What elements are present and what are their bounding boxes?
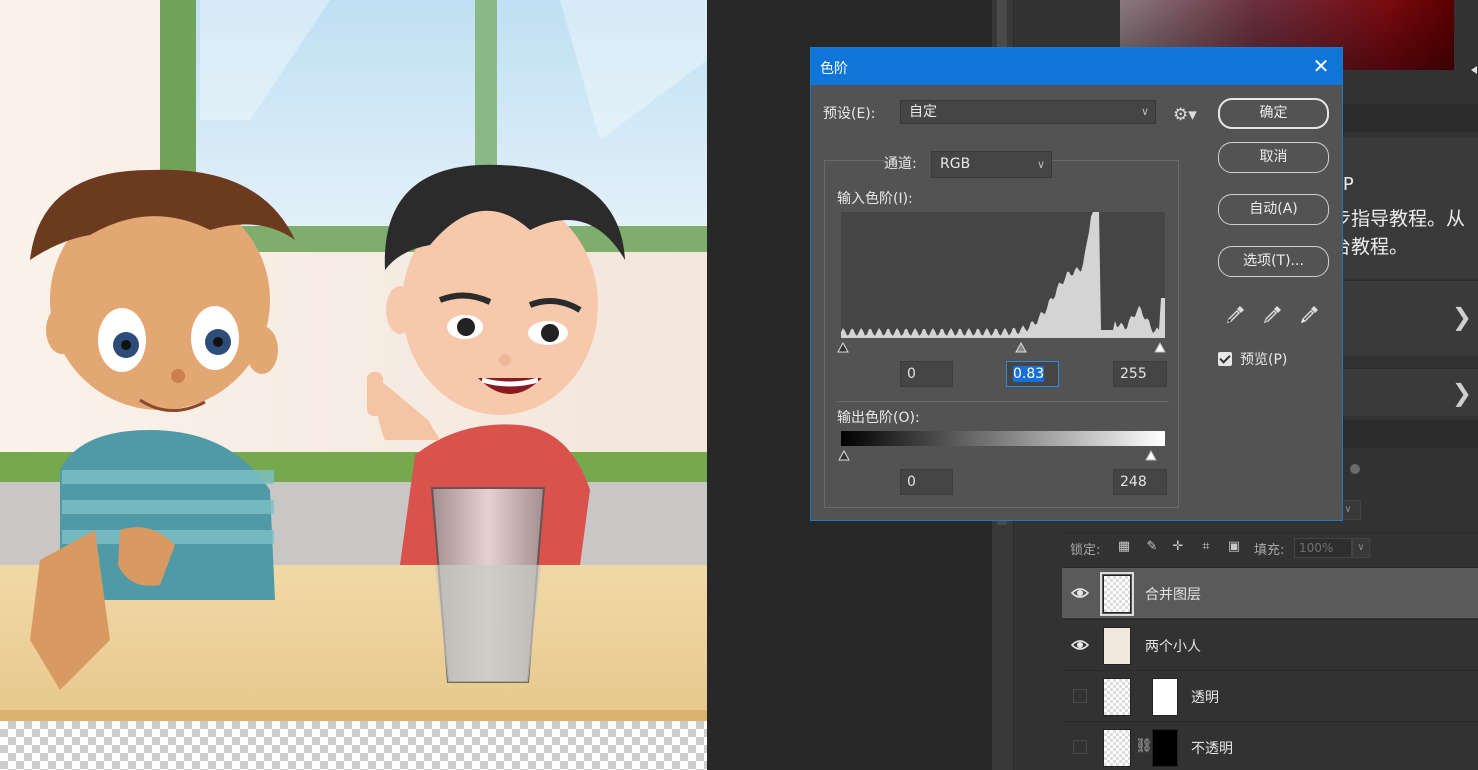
lock-label: 锁定: <box>1070 543 1101 558</box>
histogram-graph <box>841 212 1165 338</box>
gear-icon[interactable]: ⚙▾ <box>1173 104 1197 126</box>
input-white-slider[interactable] <box>1154 342 1166 353</box>
layer-row[interactable]: ⛓ 不透明 <box>1062 721 1478 770</box>
layer-thumbnail[interactable] <box>1103 678 1131 716</box>
eye-icon[interactable] <box>1071 585 1089 601</box>
layer-row[interactable]: 透明 <box>1062 670 1478 721</box>
layer-mask-thumbnail[interactable] <box>1152 678 1178 716</box>
input-black-slider[interactable] <box>837 342 849 353</box>
lock-transparent-pixels-icon[interactable]: ▦ <box>1116 539 1132 555</box>
layer-name[interactable]: 透明 <box>1191 687 1219 707</box>
output-white-field[interactable]: 248 <box>1113 469 1167 495</box>
layer-name[interactable]: 两个小人 <box>1145 636 1201 656</box>
dialog-titlebar[interactable]: 色阶 ✕ <box>811 48 1342 85</box>
lock-row: 锁定: ▦ ✎ ✛ ⌗ ▣ 填充: 100% ∨ <box>1062 532 1478 562</box>
eye-icon[interactable] <box>1071 637 1089 653</box>
output-white-slider[interactable] <box>1145 450 1157 461</box>
input-gamma-value: 0.83 <box>1013 366 1045 382</box>
histogram <box>841 212 1165 338</box>
dialog-title: 色阶 <box>820 61 848 77</box>
fill-input[interactable]: 100% <box>1294 538 1352 558</box>
cancel-button[interactable]: 取消 <box>1218 142 1329 173</box>
input-levels-label: 输入色阶(I): <box>837 191 913 207</box>
transparent-area <box>0 721 707 770</box>
preset-label: 预设(E): <box>823 106 876 122</box>
lock-artboard-icon[interactable]: ⌗ <box>1198 539 1214 555</box>
lock-position-icon[interactable]: ✛ <box>1170 539 1186 555</box>
output-gradient <box>841 431 1165 446</box>
ok-button[interactable]: 确定 <box>1218 98 1329 129</box>
chevron-right-icon: ❯ <box>1451 303 1472 331</box>
visibility-toggle[interactable] <box>1073 740 1087 754</box>
chevron-down-icon[interactable]: ∨ <box>1352 538 1370 558</box>
gray-eyedropper-icon[interactable] <box>1262 303 1284 325</box>
channel-value: RGB <box>940 156 971 172</box>
visibility-toggle[interactable] <box>1073 689 1087 703</box>
photoshop-window: PP 步指导教程。从 台教程。 ❯ ❯ ∨ 锁定: ▦ ✎ ✛ ⌗ ▣ 填充: … <box>0 0 1478 770</box>
hue-slider-marker[interactable] <box>1471 66 1477 74</box>
layer-row[interactable]: 合并图层 <box>1062 567 1478 618</box>
layer-thumbnail[interactable] <box>1100 572 1134 616</box>
input-gamma-slider[interactable] <box>1015 342 1027 353</box>
preview-checkbox[interactable] <box>1218 352 1232 366</box>
layer-mask-thumbnail[interactable] <box>1152 729 1178 767</box>
preview-label[interactable]: 预览(P) <box>1240 349 1287 369</box>
preset-value: 自定 <box>909 104 937 120</box>
input-gamma-field[interactable]: 0.83 <box>1006 361 1059 387</box>
lock-image-pixels-icon[interactable]: ✎ <box>1144 539 1160 555</box>
chevron-right-icon: ❯ <box>1451 379 1472 407</box>
learn-text-line2: 台教程。 <box>1332 236 1409 258</box>
chevron-down-icon: ∨ <box>1036 158 1045 171</box>
auto-button[interactable]: 自动(A) <box>1218 194 1329 225</box>
levels-dialog: 色阶 ✕ 预设(E): 自定 ∨ ⚙▾ 通道: RGB ∨ 输入色阶(I): 0… <box>810 47 1343 521</box>
layer-row[interactable]: 两个小人 <box>1062 619 1478 670</box>
output-levels-label: 输出色阶(O): <box>837 410 920 426</box>
preset-dropdown[interactable]: 自定 ∨ <box>900 100 1156 124</box>
lock-all-icon[interactable]: ▣ <box>1226 539 1242 555</box>
link-icon[interactable]: ⛓ <box>1135 738 1153 754</box>
output-black-slider[interactable] <box>838 450 850 461</box>
options-button[interactable]: 选项(T)... <box>1218 246 1329 277</box>
input-white-field[interactable]: 255 <box>1113 361 1167 387</box>
channel-dropdown[interactable]: RGB ∨ <box>931 151 1052 178</box>
white-eyedropper-icon[interactable] <box>1299 303 1321 325</box>
layer-name[interactable]: 不透明 <box>1191 738 1233 758</box>
input-black-field[interactable]: 0 <box>900 361 953 387</box>
learn-text-line1: 步指导教程。从 <box>1332 208 1466 230</box>
opacity-slider-knob[interactable] <box>1350 464 1360 474</box>
document-canvas[interactable] <box>0 0 707 770</box>
chevron-down-icon: ∨ <box>1140 105 1149 118</box>
layer-thumbnail[interactable] <box>1103 729 1131 767</box>
output-black-field[interactable]: 0 <box>900 469 953 495</box>
layer-thumbnail[interactable] <box>1103 627 1131 665</box>
layer-name[interactable]: 合并图层 <box>1145 584 1201 604</box>
fill-label: 填充: <box>1254 543 1285 558</box>
channel-label: 通道: <box>884 156 917 172</box>
black-eyedropper-icon[interactable] <box>1225 303 1247 325</box>
close-icon[interactable]: ✕ <box>1310 55 1332 77</box>
canvas-illustration <box>0 0 707 721</box>
divider <box>837 401 1169 402</box>
